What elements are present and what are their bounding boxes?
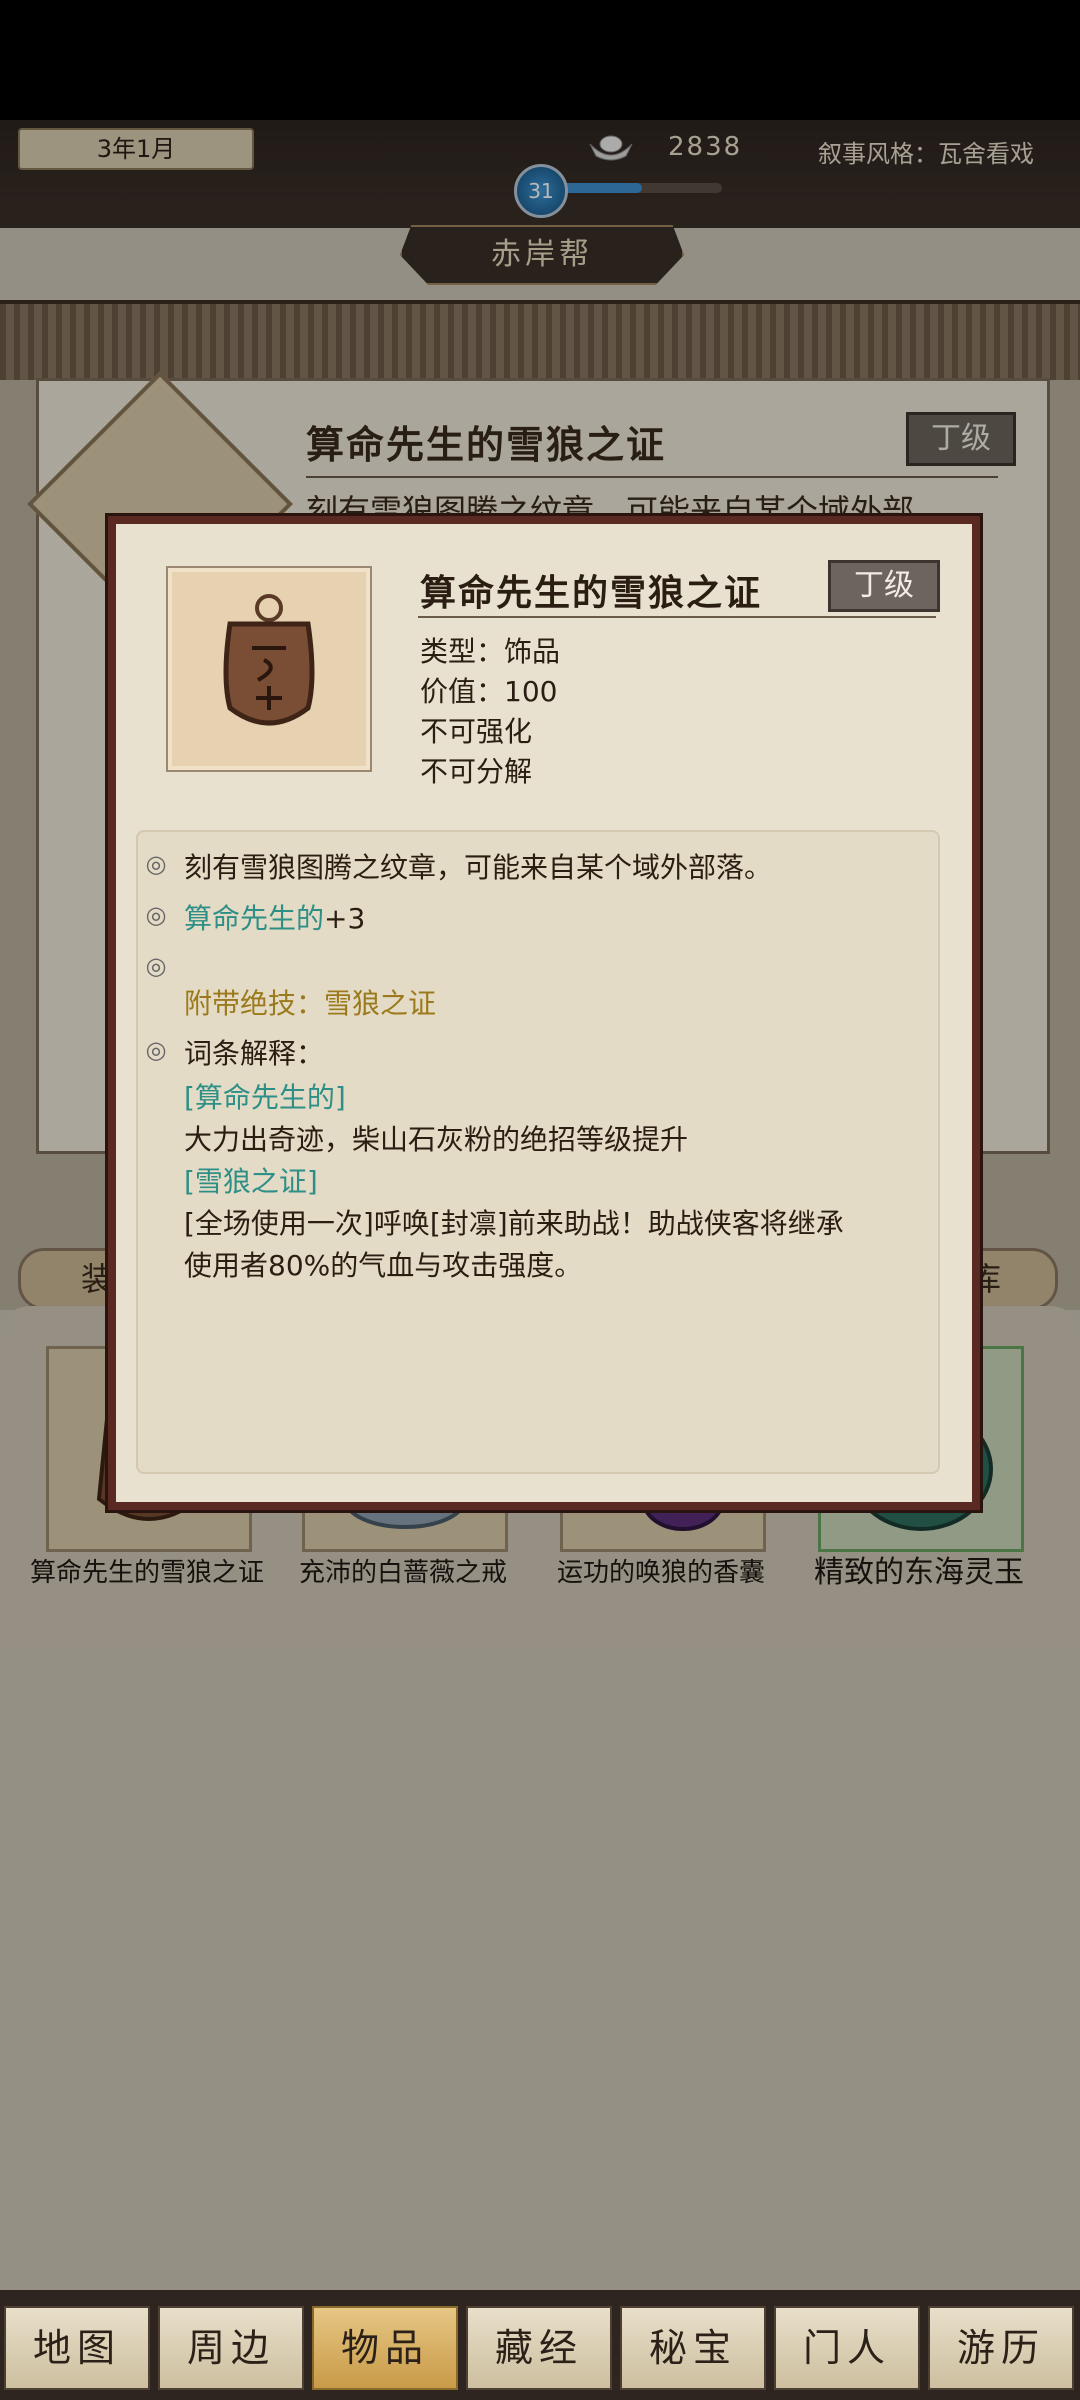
nav-items[interactable]: 物品 <box>312 2306 458 2390</box>
item-enhance-status: 不可强化 <box>420 715 533 748</box>
bullet-icon: ◎ <box>145 850 167 878</box>
nav-travel[interactable]: 游历 <box>928 2306 1074 2390</box>
glossary-term-2: [雪狼之证] <box>184 1165 318 1198</box>
popup-item-title: 算命先生的雪狼之证 <box>420 573 763 614</box>
bonus-name: 算命先生的 <box>184 902 325 935</box>
bullet-icon: ◎ <box>145 901 167 929</box>
glossary-term-2-desc: [全场使用一次]呼唤[封凛]前来助战！助战侠客将继承 <box>184 1207 844 1240</box>
glossary-term-2-desc: 使用者80%的气血与攻击强度。 <box>184 1249 583 1282</box>
glossary-term-1-desc: 大力出奇迹，柴山石灰粉的绝招等级提升 <box>184 1123 689 1156</box>
bonus-line: 算命先生的+3 <box>184 897 365 937</box>
bonus-value: +3 <box>324 902 366 935</box>
nav-disciples[interactable]: 门人 <box>774 2306 920 2390</box>
bullet-icon: ◎ <box>145 952 167 980</box>
popup-title-divider <box>418 616 936 618</box>
popup-grade-badge: 丁级 <box>828 560 940 612</box>
nav-scriptures[interactable]: 藏经 <box>466 2306 612 2390</box>
bullet-icon: ◎ <box>145 1036 167 1064</box>
nav-nearby[interactable]: 周边 <box>158 2306 304 2390</box>
nav-treasures[interactable]: 秘宝 <box>620 2306 766 2390</box>
glossary-term-1: [算命先生的] <box>184 1081 346 1114</box>
glossary-label: 词条解释： <box>184 1037 325 1070</box>
description-line: 刻有雪狼图腾之纹章，可能来自某个域外部落。 <box>184 851 773 884</box>
item-value: 价值：100 <box>420 675 558 708</box>
system-status-bar <box>0 0 1080 120</box>
nav-map[interactable]: 地图 <box>4 2306 150 2390</box>
item-amulet-icon <box>166 566 372 772</box>
skill-line: 附带绝技：雪狼之证 <box>184 987 437 1020</box>
item-decompose-status: 不可分解 <box>420 755 533 788</box>
item-type: 类型：饰品 <box>420 635 561 668</box>
